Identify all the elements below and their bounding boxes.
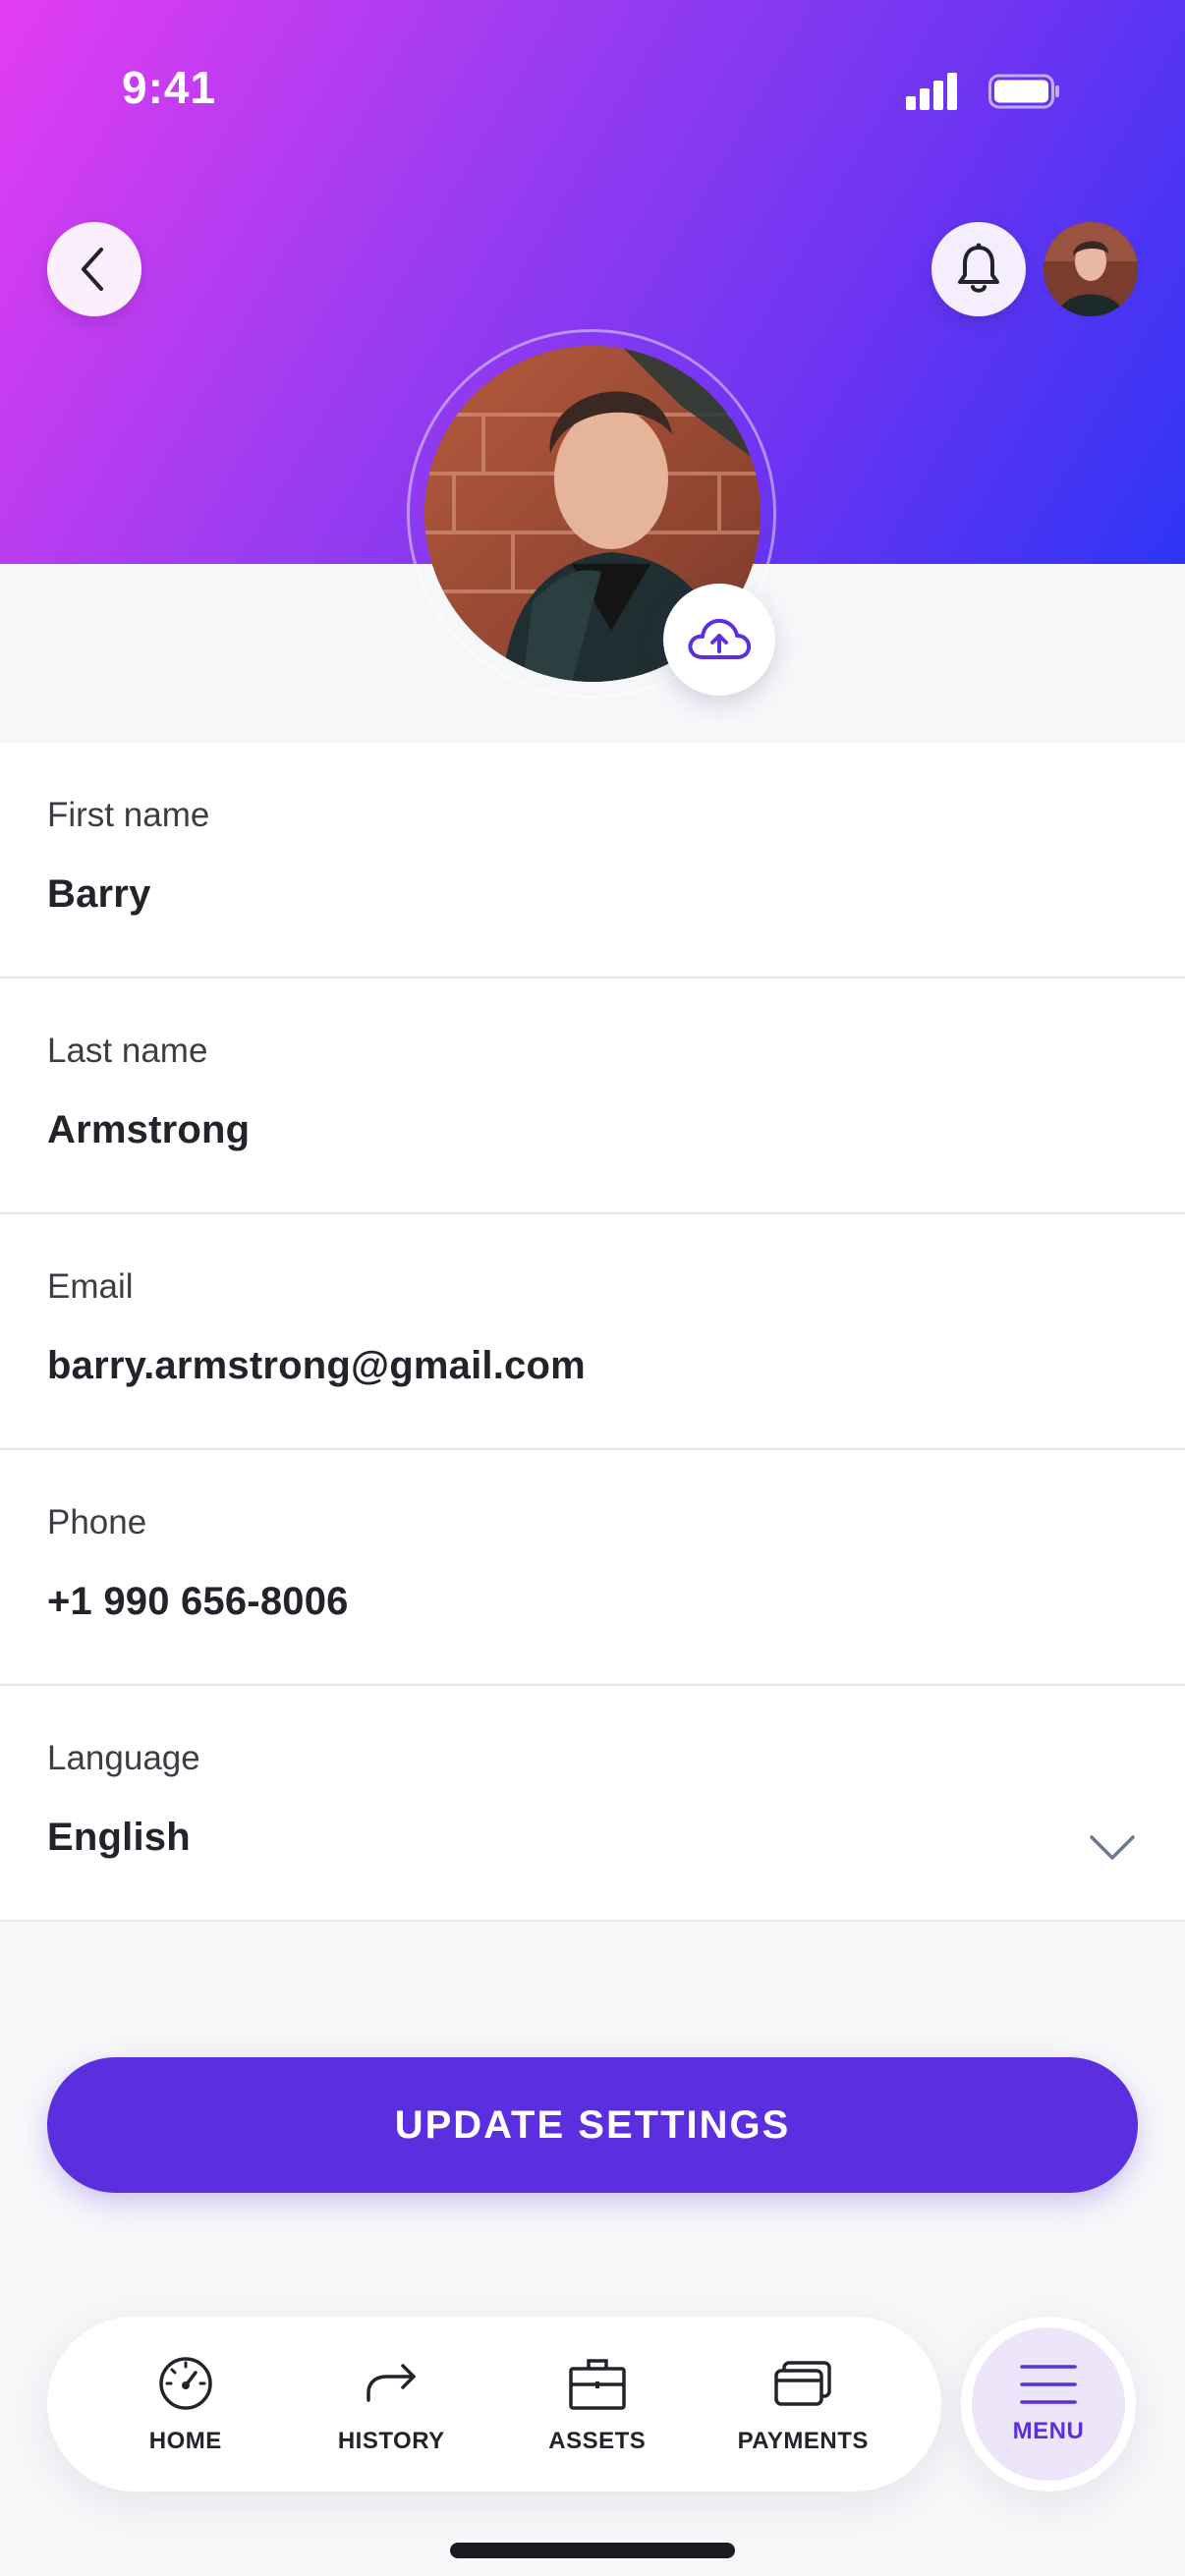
chevron-left-icon	[82, 248, 103, 291]
field-label: Language	[47, 1739, 200, 1777]
first-name-field[interactable]: First name Barry	[0, 743, 1185, 979]
menu-button[interactable]: MENU	[961, 2317, 1136, 2492]
last-name-field[interactable]: Last name Armstrong	[0, 979, 1185, 1214]
signal-icon	[906, 73, 957, 110]
tab-assets[interactable]: ASSETS	[499, 2353, 696, 2455]
briefcase-icon	[569, 2359, 626, 2410]
status-time: 9:41	[122, 62, 217, 113]
phone-field[interactable]: Phone +1 990 656-8006	[0, 1450, 1185, 1686]
bell-icon	[958, 243, 999, 293]
tab-history[interactable]: HISTORY	[293, 2353, 489, 2455]
hamburger-icon	[1020, 2365, 1077, 2404]
profile-form: First name Barry Last name Armstrong Ema…	[0, 743, 1185, 1922]
notifications-button[interactable]	[931, 222, 1026, 316]
avatar	[1044, 222, 1138, 316]
menu-button-inner: MENU	[972, 2327, 1125, 2481]
language-value[interactable]: English	[47, 1816, 191, 1860]
battery-icon	[988, 74, 1059, 109]
tab-payments[interactable]: PAYMENTS	[705, 2353, 901, 2455]
upload-photo-button[interactable]	[663, 584, 775, 696]
tab-label: HOME	[148, 2428, 222, 2454]
tab-home[interactable]: HOME	[87, 2353, 284, 2455]
last-name-input[interactable]: Armstrong	[47, 1108, 250, 1152]
tab-label: HISTORY	[337, 2428, 445, 2454]
speedometer-icon	[159, 2357, 212, 2410]
back-button[interactable]	[47, 222, 141, 316]
user-avatar-button[interactable]	[1044, 222, 1138, 316]
cloud-upload-icon	[688, 618, 752, 659]
tab-label: ASSETS	[548, 2428, 647, 2454]
tab-bar: HOME HISTORY ASSETS PAYMENTS	[47, 2317, 941, 2492]
field-label: Last name	[47, 1032, 208, 1070]
update-settings-button[interactable]: UPDATE SETTINGS	[47, 2057, 1138, 2193]
field-label: Email	[47, 1267, 134, 1306]
chevron-down-icon[interactable]	[1089, 1833, 1136, 1863]
field-label: First name	[47, 796, 210, 834]
tab-label: PAYMENTS	[737, 2428, 869, 2454]
home-indicator	[450, 2543, 735, 2558]
menu-label: MENU	[1012, 2418, 1085, 2444]
email-input[interactable]: barry.armstrong@gmail.com	[47, 1344, 586, 1388]
phone-input[interactable]: +1 990 656-8006	[47, 1580, 349, 1624]
field-label: Phone	[47, 1503, 147, 1541]
redo-arrow-icon	[367, 2364, 416, 2402]
language-select[interactable]: Language English	[0, 1686, 1185, 1922]
first-name-input[interactable]: Barry	[47, 872, 151, 917]
email-field[interactable]: Email barry.armstrong@gmail.com	[0, 1214, 1185, 1450]
cards-icon	[774, 2361, 831, 2406]
